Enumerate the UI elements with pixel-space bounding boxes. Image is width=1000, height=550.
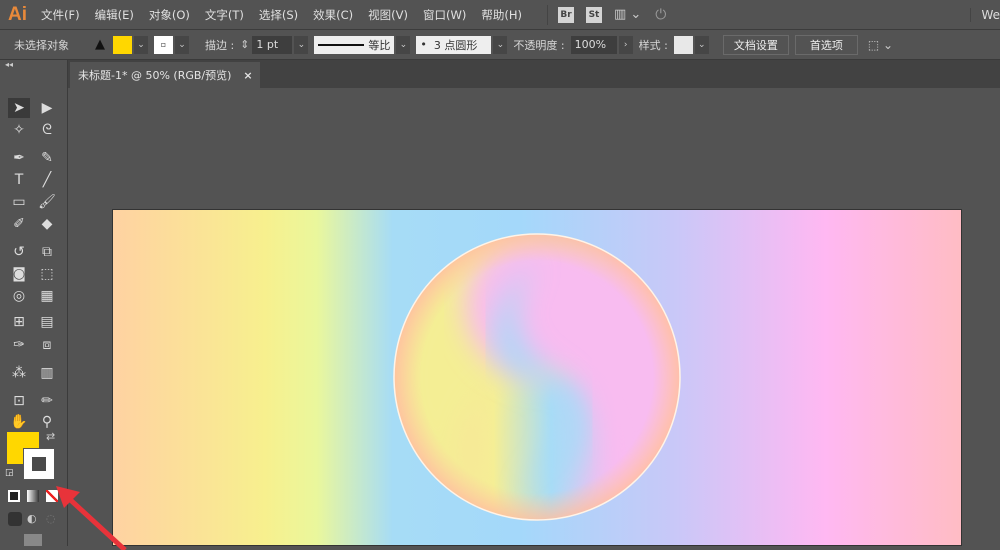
fill-swatch[interactable] [113, 35, 132, 54]
opacity-input[interactable]: 100% [570, 35, 617, 54]
opacity-arrow[interactable]: › [618, 35, 633, 54]
menu-file[interactable]: 文件(F) [41, 7, 80, 23]
document-tab-title: 未标题-1* @ 50% (RGB/预览) [78, 69, 232, 82]
shape-builder-tool[interactable]: ◎ [8, 286, 30, 306]
stroke-stepper[interactable]: ⇕ [240, 38, 249, 51]
control-bar: 未选择对象 ▲ ⌄ ▫ ⌄ 描边 : ⇕ 1 pt ⌄ 等比 ⌄ • 3 点圆形… [0, 30, 1000, 60]
divider [546, 4, 548, 25]
slice-tool[interactable]: ✏ [36, 391, 58, 411]
collapse-toolbox[interactable]: ◂◂ [5, 60, 13, 69]
preferences-button[interactable]: 首选项 [794, 34, 858, 55]
gradient-mode-button[interactable] [27, 490, 39, 502]
rectangle-tool[interactable]: ▭ [8, 192, 30, 212]
blend-tool[interactable]: ⧈ [36, 335, 58, 355]
opacity-label: 不透明度 : [513, 38, 565, 52]
warning-icon: ▲ [95, 37, 105, 52]
menu-object[interactable]: 对象(O) [149, 7, 190, 23]
toolbox: ◂◂ ➤ ▶ ✧ ᘓ ✒ ✎ T ╱ ▭ 🖌 ✐ ◆ ↺ ⧉ ◙ ⬚ ◎ ▦ ⊞ ▤ ✑ ⧈ ⁂ ▥ ⊡ ✏ ✋ ⚲ ⇄ ◲ ◐ ◌ [0, 60, 68, 546]
variable-width-profile[interactable]: 等比 [314, 35, 395, 54]
style-dropdown[interactable]: ⌄ [694, 35, 709, 54]
profile-line [318, 43, 365, 46]
app-logo: Ai [8, 3, 27, 25]
stroke-color-swatch[interactable] [23, 448, 55, 480]
document-tab-bar: 未标题-1* @ 50% (RGB/预览) × [68, 60, 1000, 88]
mesh-tool[interactable]: ⊞ [8, 312, 30, 332]
symbol-sprayer-tool[interactable]: ⁂ [8, 363, 30, 383]
menu-type[interactable]: 文字(T) [205, 7, 244, 23]
brush-label: 3 点圆形 [433, 38, 478, 52]
workspace-switcher[interactable]: We [970, 7, 1000, 22]
brush-definition[interactable]: • 3 点圆形 [416, 35, 492, 54]
artboard-tool[interactable]: ⊡ [8, 391, 30, 411]
color-mode-button[interactable] [8, 490, 20, 502]
menu-help[interactable]: 帮助(H) [481, 7, 522, 23]
menu-view[interactable]: 视图(V) [368, 7, 408, 23]
selection-status: 未选择对象 [14, 38, 69, 52]
profile-dropdown[interactable]: ⌄ [396, 35, 411, 54]
stroke-swatch[interactable]: ▫ [154, 35, 173, 54]
annotation-arrow [56, 486, 127, 550]
menu-bar: Ai 文件(F) 编辑(E) 对象(O) 文字(T) 选择(S) 效果(C) 视… [0, 0, 1000, 30]
eraser-tool[interactable]: ◆ [36, 214, 58, 234]
bridge-icon[interactable]: Br [557, 6, 574, 23]
magic-wand-tool[interactable]: ✧ [8, 120, 30, 140]
line-tool[interactable]: ╱ [36, 170, 58, 190]
direct-selection-tool[interactable]: ▶ [36, 98, 58, 118]
gradient-tool[interactable]: ▤ [36, 312, 58, 332]
curvature-tool[interactable]: ✎ [36, 148, 58, 168]
draw-normal-icon[interactable] [8, 512, 22, 526]
stroke-weight-dropdown[interactable]: ⌄ [294, 35, 309, 54]
stroke-label: 描边 : [205, 38, 235, 52]
arrange-icon[interactable]: ⬚ ⌄ [868, 38, 893, 52]
style-label: 样式 : [638, 38, 668, 52]
screen-mode-icon[interactable] [24, 534, 42, 546]
menu-edit[interactable]: 编辑(E) [95, 7, 134, 23]
hand-tool[interactable]: ✋ [8, 412, 30, 432]
selection-tool[interactable]: ➤ [8, 98, 30, 118]
paintbrush-tool[interactable]: 🖌 [36, 192, 58, 212]
style-swatch[interactable] [673, 35, 693, 54]
pen-tool[interactable]: ✒ [8, 148, 30, 168]
stroke-dropdown[interactable]: ⌄ [175, 35, 189, 54]
menu-select[interactable]: 选择(S) [259, 7, 298, 23]
fill-dropdown[interactable]: ⌄ [134, 35, 148, 54]
gpu-performance-icon[interactable]: ⏻ [655, 7, 666, 23]
document-setup-button[interactable]: 文档设置 [722, 34, 789, 55]
stock-icon[interactable]: St [585, 6, 602, 23]
profile-label: 等比 [368, 38, 391, 52]
type-tool[interactable]: T [8, 170, 30, 190]
perspective-grid-tool[interactable]: ▦ [36, 286, 58, 306]
free-transform-tool[interactable]: ⬚ [36, 264, 58, 284]
warp-tool[interactable]: ◙ [8, 264, 30, 284]
lasso-tool[interactable]: ᘓ [36, 120, 58, 140]
scale-tool[interactable]: ⧉ [36, 242, 58, 262]
yin-yang-gradient-circle[interactable] [392, 232, 682, 522]
rotate-tool[interactable]: ↺ [8, 242, 30, 262]
swap-colors-icon[interactable]: ⇄ [46, 430, 55, 443]
default-colors-icon[interactable]: ◲ [5, 468, 14, 478]
stroke-weight-input[interactable]: 1 pt [252, 35, 293, 54]
close-tab-icon[interactable]: × [243, 69, 252, 82]
brush-dropdown[interactable]: ⌄ [493, 35, 508, 54]
menu-window[interactable]: 窗口(W) [423, 7, 466, 23]
shaper-tool[interactable]: ✐ [8, 214, 30, 234]
column-graph-tool[interactable]: ▥ [36, 363, 58, 383]
eyedropper-tool[interactable]: ✑ [8, 335, 30, 355]
arrange-documents-icon[interactable]: ▥ ⌄ [614, 7, 641, 22]
menu-effect[interactable]: 效果(C) [313, 7, 353, 23]
draw-behind-icon[interactable]: ◐ [27, 512, 37, 525]
zoom-tool[interactable]: ⚲ [36, 412, 58, 432]
document-tab[interactable]: 未标题-1* @ 50% (RGB/预览) × [70, 62, 260, 88]
